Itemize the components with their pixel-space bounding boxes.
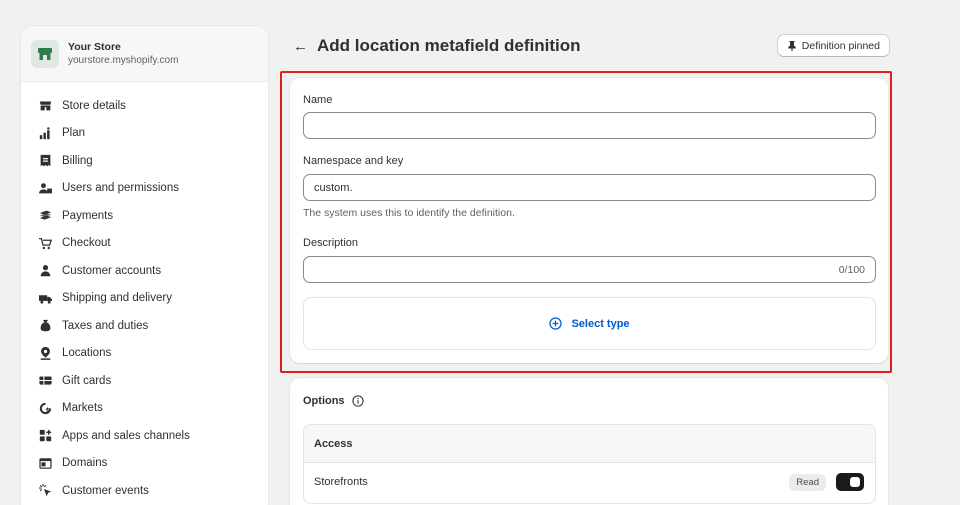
definition-pinned-button[interactable]: Definition pinned xyxy=(776,34,890,57)
sidebar-item-label: Checkout xyxy=(62,237,111,250)
options-card: Options Access Storefronts Read xyxy=(290,378,888,505)
sidebar-item-customer-events[interactable]: Customer events xyxy=(21,477,268,505)
name-label: Name xyxy=(303,94,333,106)
options-title: Options xyxy=(303,395,364,407)
name-input[interactable] xyxy=(303,112,876,139)
sidebar-item-label: Billing xyxy=(62,154,93,167)
sidebar-item-shipping[interactable]: Shipping and delivery xyxy=(21,285,268,313)
namespace-label: Namespace and key xyxy=(303,155,404,167)
select-type-label: Select type xyxy=(571,317,630,330)
pin-button-label: Definition pinned xyxy=(801,39,880,52)
sidebar-item-domains[interactable]: Domains xyxy=(21,450,268,478)
person-icon xyxy=(38,264,52,278)
sidebar-item-payments[interactable]: Payments xyxy=(21,202,268,230)
storefronts-label: Storefronts xyxy=(314,476,368,488)
sidebar-item-billing[interactable]: Billing xyxy=(21,147,268,175)
namespace-help-text: The system uses this to identify the def… xyxy=(303,207,515,219)
sidebar-item-label: Users and permissions xyxy=(62,182,179,195)
access-header: Access xyxy=(304,425,875,463)
sidebar-item-label: Markets xyxy=(62,402,103,415)
sidebar-item-label: Customer accounts xyxy=(62,264,162,277)
payments-icon xyxy=(38,209,52,223)
description-char-counter: 0/100 xyxy=(838,264,865,276)
options-title-text: Options xyxy=(303,395,345,407)
store-switcher[interactable]: Your Store yourstore.myshopify.com xyxy=(21,26,268,82)
sidebar-item-plan[interactable]: Plan xyxy=(21,120,268,148)
storefronts-toggle[interactable] xyxy=(836,473,864,491)
plan-icon xyxy=(38,126,52,140)
store-name: Your Store xyxy=(68,40,121,53)
back-arrow-icon[interactable]: ← xyxy=(293,38,311,55)
sidebar-item-taxes[interactable]: Taxes and duties xyxy=(21,312,268,340)
sidebar-item-label: Gift cards xyxy=(62,374,112,387)
sidebar-item-customer-accounts[interactable]: Customer accounts xyxy=(21,257,268,285)
sidebar-item-store-details[interactable]: Store details xyxy=(21,92,268,120)
store-logo-icon xyxy=(31,39,59,68)
access-table: Access Storefronts Read xyxy=(303,424,876,504)
apps-icon xyxy=(38,429,52,443)
sidebar-item-locations[interactable]: Locations xyxy=(21,340,268,368)
sidebar-item-label: Plan xyxy=(62,127,86,140)
plus-circle-icon xyxy=(549,317,563,330)
definition-form-card: Name Namespace and key custom. The syste… xyxy=(290,78,888,363)
sidebar-item-users[interactable]: Users and permissions xyxy=(21,175,268,203)
page-header: ← Add location metafield definition Defi… xyxy=(293,34,890,58)
namespace-key-input[interactable]: custom. xyxy=(303,174,876,201)
users-icon xyxy=(38,181,52,195)
sidebar-item-label: Domains xyxy=(62,457,108,470)
sidebar-item-label: Shipping and delivery xyxy=(62,292,172,305)
globe-icon: $ xyxy=(38,401,52,415)
description-input[interactable]: 0/100 xyxy=(303,256,876,283)
svg-text:$: $ xyxy=(45,406,50,414)
select-type-button[interactable]: Select type xyxy=(303,297,876,350)
sidebar-item-label: Apps and sales channels xyxy=(62,429,190,442)
settings-nav: Store details Plan Billing Users and per… xyxy=(21,82,268,505)
info-icon[interactable] xyxy=(351,395,364,407)
sidebar-item-label: Locations xyxy=(62,347,112,360)
billing-icon xyxy=(38,154,52,168)
description-label: Description xyxy=(303,237,359,249)
domain-icon xyxy=(38,456,52,470)
sidebar-item-markets[interactable]: $ Markets xyxy=(21,395,268,423)
cart-icon xyxy=(38,236,52,250)
sidebar-item-apps[interactable]: Apps and sales channels xyxy=(21,422,268,450)
sidebar-item-label: Customer events xyxy=(62,484,149,497)
store-icon xyxy=(38,99,52,113)
location-pin-icon xyxy=(38,346,52,360)
settings-sidebar: Your Store yourstore.myshopify.com Store… xyxy=(20,25,269,505)
store-domain: yourstore.myshopify.com xyxy=(68,54,179,66)
read-badge: Read xyxy=(789,474,826,491)
cursor-click-icon xyxy=(38,484,52,498)
page-title: Add location metafield definition xyxy=(317,36,581,55)
tax-icon xyxy=(38,319,52,333)
sidebar-item-gift-cards[interactable]: Gift cards xyxy=(21,367,268,395)
sidebar-item-label: Taxes and duties xyxy=(62,319,149,332)
gift-card-icon xyxy=(38,374,52,388)
truck-icon xyxy=(38,291,52,305)
pin-icon xyxy=(788,40,796,51)
sidebar-item-label: Payments xyxy=(62,209,114,222)
sidebar-item-label: Store details xyxy=(62,99,126,112)
sidebar-item-checkout[interactable]: Checkout xyxy=(21,230,268,258)
table-row: Storefronts Read xyxy=(304,463,875,501)
